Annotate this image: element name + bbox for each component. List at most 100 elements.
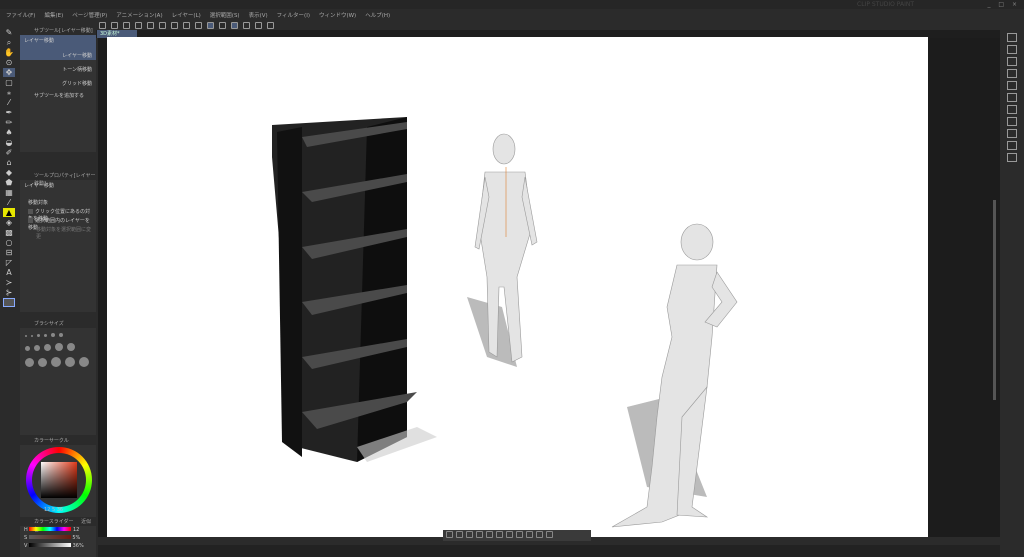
show-selection-icon[interactable]: [207, 21, 214, 29]
search-icon[interactable]: [1007, 129, 1017, 138]
settings-icon[interactable]: [267, 21, 274, 29]
slider-value: 36%: [72, 543, 84, 549]
camera-icon[interactable]: [446, 531, 453, 538]
panel-icon[interactable]: ⊟: [3, 248, 15, 257]
gradient-icon[interactable]: ▦: [3, 188, 15, 197]
fill-icon[interactable]: ⬟: [3, 178, 15, 187]
snap-grid-icon[interactable]: [243, 21, 250, 29]
3d-scene[interactable]: [107, 37, 928, 537]
add-subtool-button[interactable]: サブツールを追加する: [20, 90, 96, 99]
menu-window[interactable]: ウィンドウ(W): [319, 11, 356, 19]
navigator-icon[interactable]: [1007, 57, 1017, 66]
slider-s[interactable]: S 5%: [20, 534, 96, 542]
delete-icon[interactable]: [536, 531, 543, 538]
brush-size-grid[interactable]: [20, 328, 96, 374]
sv-square[interactable]: [41, 462, 77, 498]
save-icon[interactable]: [123, 21, 130, 29]
layer-icon[interactable]: [1007, 45, 1017, 54]
menu-layer[interactable]: レイヤー(L): [172, 11, 201, 19]
airbrush-icon[interactable]: ◒: [3, 138, 15, 147]
vertical-scrollbar[interactable]: [993, 200, 996, 400]
redo-icon[interactable]: [147, 21, 154, 29]
menu-animation[interactable]: アニメーション(A): [116, 11, 162, 19]
hue-ring[interactable]: [26, 447, 92, 513]
magic-wand-icon[interactable]: ⁎: [3, 88, 15, 97]
option-selection-layer[interactable]: 選択範囲内のレイヤーを移動: [20, 215, 96, 231]
gradient2-icon[interactable]: ▩: [3, 228, 15, 237]
layer-prop-icon[interactable]: [1007, 105, 1017, 114]
ellipse-icon[interactable]: ○: [3, 238, 15, 247]
frame-icon[interactable]: ▲: [3, 208, 15, 217]
info-icon[interactable]: [1007, 117, 1017, 126]
copy-icon[interactable]: [526, 531, 533, 538]
fit-icon[interactable]: [456, 531, 463, 538]
subtool-layer-move-2[interactable]: レイヤー移動: [20, 44, 96, 60]
title-bar: CLIP STUDIO PAINT _ □ ×: [0, 0, 1024, 9]
property-icon[interactable]: [1007, 69, 1017, 78]
transform-icon[interactable]: [171, 21, 178, 29]
pen2-icon[interactable]: ✒: [3, 108, 15, 117]
register-icon[interactable]: [516, 531, 523, 538]
menu-selection[interactable]: 選択範囲(S): [210, 11, 240, 19]
canvas[interactable]: [107, 37, 928, 537]
subview-icon[interactable]: [1007, 153, 1017, 162]
eraser-icon[interactable]: ⌂: [3, 158, 15, 167]
eyedropper-icon[interactable]: ⁄: [3, 98, 15, 107]
color-swatch-icon[interactable]: [3, 298, 15, 307]
menu-bar: ファイル(F) 編集(E) ページ管理(P) アニメーション(A) レイヤー(L…: [0, 9, 1024, 20]
ground-icon[interactable]: [466, 531, 473, 538]
balloon-icon[interactable]: ≻: [3, 278, 15, 287]
blend-icon[interactable]: ◆: [3, 168, 15, 177]
brush-icon[interactable]: ♠: [3, 128, 15, 137]
move-icon[interactable]: ✥: [3, 68, 15, 77]
3d-figure-male[interactable]: [467, 133, 538, 367]
open-icon[interactable]: [111, 21, 118, 29]
3d-figure-female[interactable]: [611, 223, 738, 528]
menu-filter[interactable]: フィルター(I): [277, 11, 310, 19]
smartphone-icon[interactable]: [255, 21, 262, 29]
pen-icon[interactable]: ✎: [3, 28, 15, 37]
pose-icon[interactable]: [476, 531, 483, 538]
menu-help[interactable]: ヘルプ(H): [365, 11, 390, 19]
undo-icon[interactable]: [135, 21, 142, 29]
timeline-icon[interactable]: [1007, 93, 1017, 102]
decoration-icon[interactable]: ✐: [3, 148, 15, 157]
text-icon[interactable]: A: [3, 268, 15, 277]
material-icon[interactable]: [1007, 33, 1017, 42]
zoom-icon[interactable]: ⌕: [3, 38, 15, 47]
slider-v[interactable]: V 36%: [20, 542, 96, 550]
3d-bookshelf[interactable]: [272, 117, 437, 462]
clear-icon[interactable]: [159, 21, 166, 29]
selection-icon[interactable]: ▢: [3, 78, 15, 87]
slider-h[interactable]: H 12: [20, 526, 96, 534]
snap-special-icon[interactable]: [231, 21, 238, 29]
subtool-layer-move[interactable]: レイヤー移動: [20, 35, 96, 44]
subtool-grid-move[interactable]: グリッド移動: [20, 74, 96, 88]
reset-icon[interactable]: [496, 531, 503, 538]
figure-icon[interactable]: ⁄: [3, 198, 15, 207]
hand-icon[interactable]: ✋: [3, 48, 15, 57]
option-click-position[interactable]: クリック位置にあるの対象を移動: [20, 206, 96, 222]
invert-icon[interactable]: [195, 21, 202, 29]
menu-edit[interactable]: 編集(E): [44, 11, 63, 19]
window-controls[interactable]: _ □ ×: [987, 1, 1020, 8]
pencil-icon[interactable]: ✏: [3, 118, 15, 127]
history-icon[interactable]: [1007, 81, 1017, 90]
settings-icon[interactable]: [546, 531, 553, 538]
menu-file[interactable]: ファイル(F): [6, 11, 35, 19]
subtool-tone-move[interactable]: トーン柄移動: [20, 60, 96, 74]
slider-label: V: [24, 543, 28, 549]
deselect-icon[interactable]: [183, 21, 190, 29]
new-icon[interactable]: [99, 21, 106, 29]
correct-line-icon[interactable]: ⊱: [3, 288, 15, 297]
snap-ruler-icon[interactable]: [219, 21, 226, 29]
color-slider-tab[interactable]: カラースライダー: [34, 519, 74, 525]
flip-icon[interactable]: [486, 531, 493, 538]
ruler-icon[interactable]: ◸: [3, 258, 15, 267]
fill-bucket-icon[interactable]: ◈: [3, 218, 15, 227]
menu-view[interactable]: 表示(V): [249, 11, 268, 19]
menu-page[interactable]: ページ管理(P): [72, 11, 107, 19]
operation-icon[interactable]: ⊙: [3, 58, 15, 67]
auto-action-icon[interactable]: [1007, 141, 1017, 150]
lock-icon[interactable]: [506, 531, 513, 538]
